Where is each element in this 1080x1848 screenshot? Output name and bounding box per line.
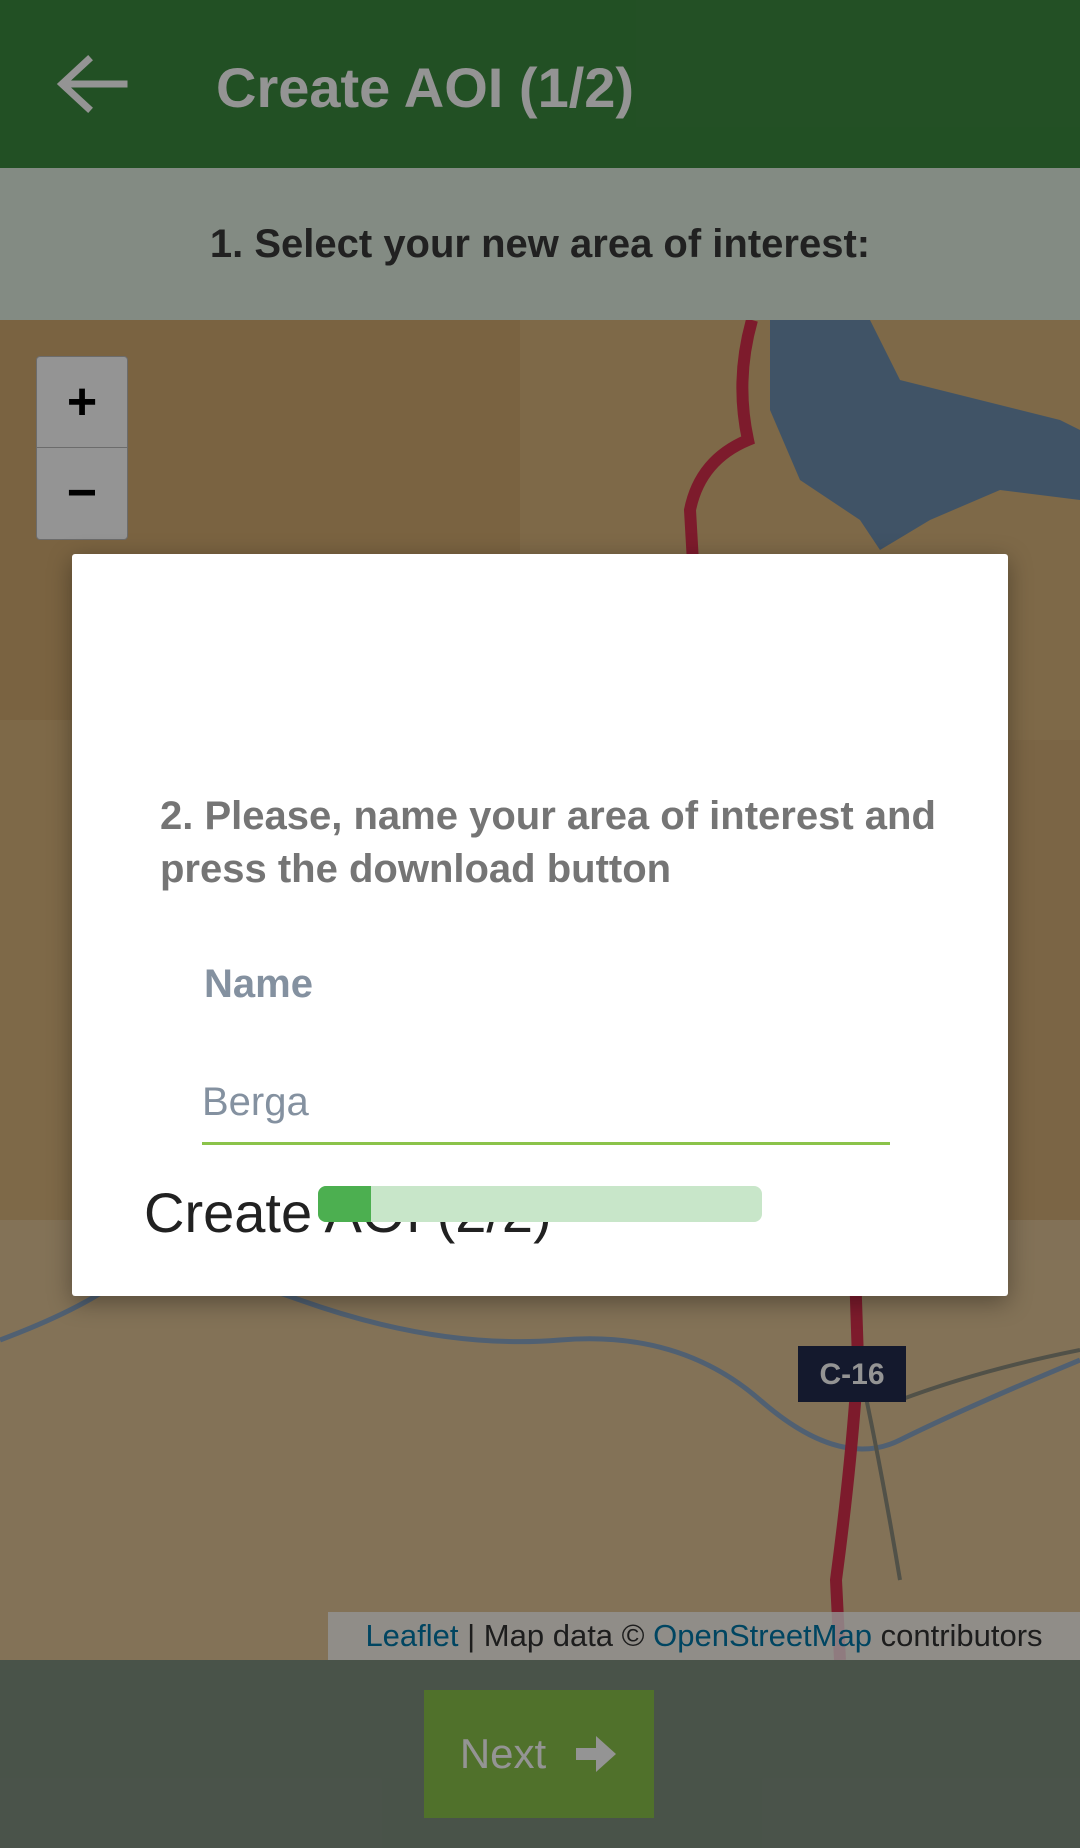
name-field-label: Name xyxy=(204,962,313,1006)
progress-fill xyxy=(318,1186,372,1222)
name-input[interactable] xyxy=(202,1062,890,1145)
download-progress-bar xyxy=(318,1186,762,1222)
dialog-description: 2. Please, name your area of interest an… xyxy=(160,794,936,891)
create-aoi-dialog: Create AOI (2/2) xyxy=(72,554,1008,1296)
